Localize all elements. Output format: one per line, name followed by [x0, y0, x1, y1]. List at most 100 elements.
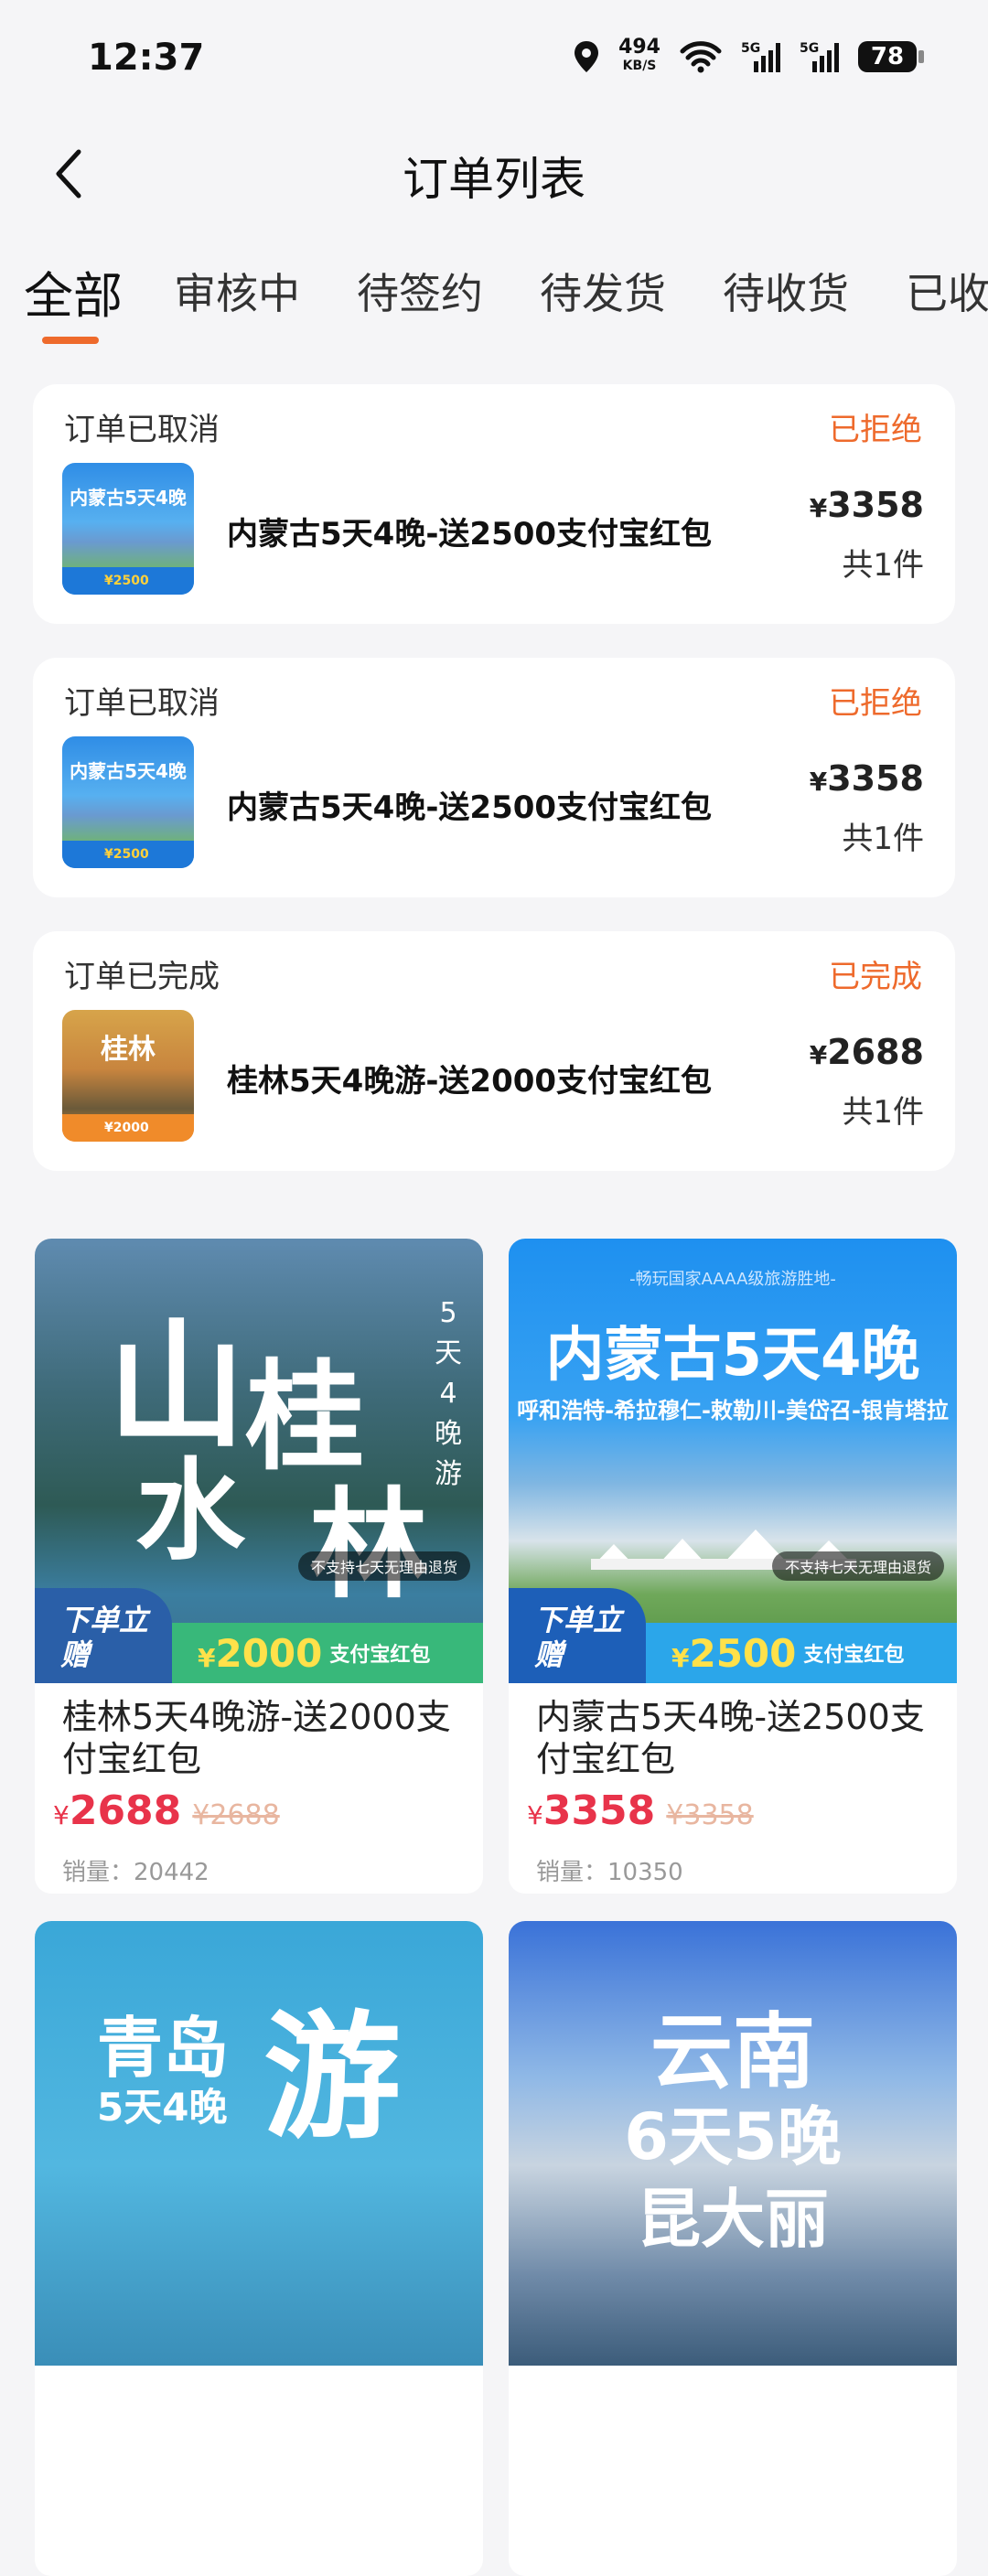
refund-policy-tag: 不支持七天无理由退货	[297, 1551, 470, 1581]
order-product-name: 内蒙古5天4晚-送2500支付宝红包	[227, 516, 713, 553]
nav-bar: 订单列表	[0, 119, 988, 229]
image-title: 内蒙古5天4晚	[545, 1322, 920, 1390]
network-speed: 494 KB/S	[618, 38, 660, 75]
page-title: 订单列表	[403, 153, 585, 206]
current-price: ¥2688	[53, 1787, 181, 1834]
promo-amount: ¥2500	[671, 1631, 796, 1676]
tab-to-ship[interactable]: 待发货	[540, 261, 666, 321]
order-state-badge: 已完成	[829, 959, 922, 995]
current-price: ¥3358	[527, 1787, 655, 1834]
promo-banner: 下单立赠 ¥2000 支付宝红包	[35, 1588, 483, 1683]
thumbnail-title: 内蒙古5天4晚	[70, 760, 187, 782]
promo-amount: ¥2000	[198, 1631, 322, 1676]
product-image: 山 水 桂 林 5天4晚游 不支持七天无理由退货 下单立赠 ¥2000 支付宝红…	[35, 1239, 483, 1683]
original-price: ¥3358	[666, 1799, 754, 1831]
wifi-icon	[680, 41, 722, 73]
order-state-badge: 已拒绝	[829, 685, 922, 722]
order-product-name: 内蒙古5天4晚-送2500支付宝红包	[227, 789, 713, 826]
image-vertical-text: 5天4晚游	[435, 1297, 462, 1490]
network-speed-value: 494	[618, 36, 660, 59]
network-speed-unit: KB/S	[622, 59, 657, 73]
product-image: -畅玩国家AAAA级旅游胜地- 内蒙古5天4晚 呼和浩特-希拉穆仁-敕勒川-美岱…	[509, 1239, 957, 1683]
product-price: ¥2688 ¥2688	[53, 1787, 280, 1834]
order-price-value: 3358	[827, 485, 924, 525]
order-price-value: 2688	[827, 1032, 924, 1072]
image-subtitle-2: 昆大丽	[637, 2182, 829, 2257]
original-price: ¥2688	[192, 1799, 280, 1831]
order-status: 订单已取消	[64, 412, 220, 448]
promo-amount-bar: ¥2000 支付宝红包	[172, 1623, 483, 1683]
image-subtitle: 6天5晚	[624, 2099, 842, 2174]
currency-symbol: ¥	[671, 1642, 690, 1673]
order-thumbnail: 内蒙古5天4晚 ¥2500	[62, 736, 194, 868]
current-price-value: 3358	[542, 1787, 656, 1834]
signal-5g-icon: 5G	[741, 41, 780, 72]
tab-all[interactable]: 全部	[24, 255, 123, 327]
sales-count: 销量：20442	[62, 1859, 209, 1886]
promo-subtitle: 支付宝红包	[329, 1644, 431, 1667]
order-card[interactable]: 订单已完成 已完成 桂林 ¥2000 桂林5天4晚游-送2000支付宝红包 ¥2…	[33, 931, 955, 1171]
tab-to-receive[interactable]: 待收货	[723, 261, 849, 321]
order-card[interactable]: 订单已取消 已拒绝 内蒙古5天4晚 ¥2500 内蒙古5天4晚-送2500支付宝…	[33, 384, 955, 624]
svg-text:5G: 5G	[800, 41, 819, 56]
product-card[interactable]: -畅玩国家AAAA级旅游胜地- 内蒙古5天4晚 呼和浩特-希拉穆仁-敕勒川-美岱…	[509, 1239, 957, 1894]
image-subtitle: 呼和浩特-希拉穆仁-敕勒川-美岱召-银肯塔拉	[517, 1398, 949, 1423]
refund-policy-tag: 不支持七天无理由退货	[771, 1551, 944, 1581]
product-card[interactable]: 山 水 桂 林 5天4晚游 不支持七天无理由退货 下单立赠 ¥2000 支付宝红…	[35, 1239, 483, 1894]
product-image: 青岛 游 5天4晚	[35, 1921, 483, 2366]
current-price-value: 2688	[69, 1787, 182, 1834]
currency-symbol: ¥	[527, 1800, 543, 1830]
order-card[interactable]: 订单已取消 已拒绝 内蒙古5天4晚 ¥2500 内蒙古5天4晚-送2500支付宝…	[33, 658, 955, 897]
promo-amount-value: 2500	[689, 1630, 797, 1676]
status-bar: 12:37 494 KB/S 5G 5G 78	[0, 0, 988, 119]
thumbnail-promo: ¥2500	[62, 841, 194, 868]
product-card[interactable]: 云南 6天5晚 昆大丽	[509, 1921, 957, 2576]
promo-banner: 下单立赠 ¥2500 支付宝红包	[509, 1588, 957, 1683]
thumbnail-promo: ¥2000	[62, 1114, 194, 1142]
order-status: 订单已取消	[64, 685, 220, 722]
order-price: ¥3358	[810, 485, 924, 525]
order-price: ¥2688	[810, 1032, 924, 1072]
promo-amount-bar: ¥2500 支付宝红包	[646, 1623, 957, 1683]
order-price-value: 3358	[827, 758, 924, 799]
status-icons: 494 KB/S 5G 5G 78	[573, 38, 924, 75]
order-thumbnail: 桂林 ¥2000	[62, 1010, 194, 1142]
product-title: 桂林5天4晚游-送2000支付宝红包	[62, 1697, 451, 1779]
image-char: 游	[263, 1999, 402, 2158]
signal-5g-icon-2: 5G	[800, 41, 839, 72]
battery-indicator: 78	[858, 41, 924, 72]
order-quantity: 共1件	[842, 1094, 924, 1131]
image-char: 水	[135, 1448, 245, 1575]
order-thumbnail: 内蒙古5天4晚 ¥2500	[62, 463, 194, 595]
thumbnail-title: 桂林	[101, 1034, 156, 1066]
promo-label: 下单立赠	[35, 1588, 172, 1683]
currency-symbol: ¥	[198, 1642, 216, 1673]
sales-count: 销量：10350	[536, 1859, 683, 1886]
tab-reviewing[interactable]: 审核中	[174, 261, 300, 321]
currency-symbol: ¥	[809, 767, 828, 797]
currency-symbol: ¥	[53, 1800, 70, 1830]
location-icon	[575, 41, 599, 72]
tab-received[interactable]: 已收	[906, 261, 988, 321]
image-subtitle: 5天4晚	[97, 2085, 228, 2130]
product-card[interactable]: 青岛 游 5天4晚	[35, 1921, 483, 2576]
svg-text:5G: 5G	[741, 41, 760, 56]
order-status: 订单已完成	[64, 959, 220, 995]
order-product-name: 桂林5天4晚游-送2000支付宝红包	[227, 1063, 713, 1100]
currency-symbol: ¥	[809, 1040, 828, 1070]
image-tagline: -畅玩国家AAAA级旅游胜地-	[629, 1270, 836, 1289]
product-title: 内蒙古5天4晚-送2500支付宝红包	[536, 1697, 925, 1779]
thumbnail-promo: ¥2500	[62, 567, 194, 595]
order-quantity: 共1件	[842, 547, 924, 584]
order-state-badge: 已拒绝	[829, 412, 922, 448]
tab-bar: 全部 审核中 待签约 待发货 待收货 已收	[0, 233, 988, 361]
active-tab-indicator	[42, 337, 99, 344]
tab-to-sign[interactable]: 待签约	[357, 261, 483, 321]
status-time: 12:37	[88, 37, 205, 79]
promo-amount-value: 2000	[215, 1630, 323, 1676]
promo-subtitle: 支付宝红包	[803, 1644, 905, 1667]
currency-symbol: ¥	[809, 493, 828, 523]
product-image: 云南 6天5晚 昆大丽	[509, 1921, 957, 2366]
order-price: ¥3358	[810, 758, 924, 799]
promo-label: 下单立赠	[509, 1588, 646, 1683]
